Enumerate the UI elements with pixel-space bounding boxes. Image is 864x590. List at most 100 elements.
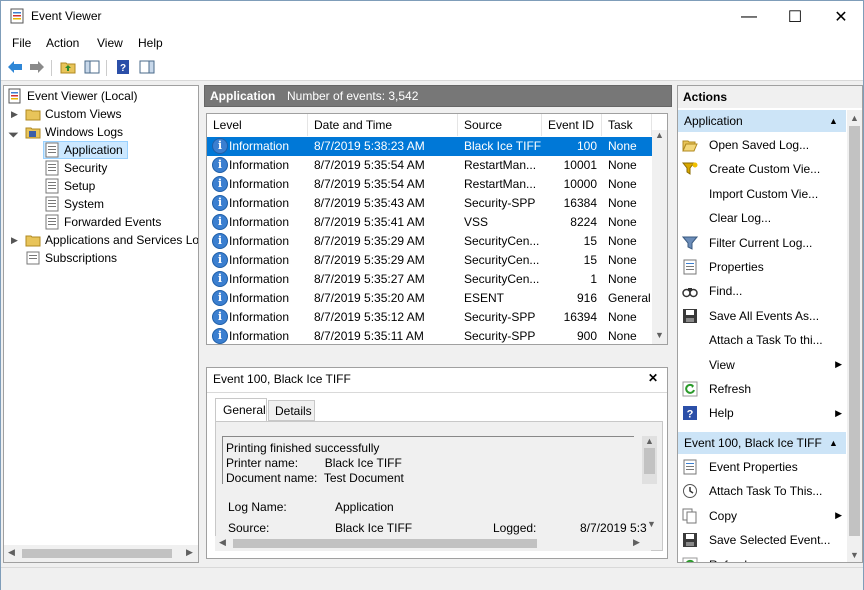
actions-section-event[interactable]: Event 100, Black Ice TIFF ▲ [678, 432, 846, 454]
table-row[interactable]: i Information 8/7/2019 5:35:54 AM RestartMa… [207, 156, 652, 175]
tree-item-forwarded-events[interactable]: Forwarded Events [44, 213, 161, 231]
menu-action[interactable]: Action [46, 36, 79, 50]
action-item[interactable]: Attach a Task To thi... [682, 329, 844, 351]
scroll-down-icon[interactable]: ▼ [655, 330, 664, 340]
action-item[interactable]: Copy ▶ [682, 505, 844, 527]
close-detail-icon[interactable]: ✕ [648, 371, 658, 385]
action-label: Copy [709, 508, 738, 523]
information-icon: i [212, 252, 228, 268]
collapse-chevron-icon[interactable]: ◢ [7, 126, 20, 139]
tree-item-apps-services[interactable]: Applications and Services Lo [25, 231, 198, 249]
menu-file[interactable]: File [12, 36, 31, 50]
tree-horizontal-scrollbar[interactable]: ◀ ▶ [4, 545, 198, 562]
action-item[interactable]: Import Custom Vie... [682, 183, 844, 205]
action-item[interactable]: ? Help ▶ [682, 402, 844, 424]
action-item[interactable]: Event Properties [682, 456, 844, 478]
tree-item-windows-logs[interactable]: Windows Logs [25, 123, 123, 141]
scrollbar-thumb[interactable] [644, 448, 655, 474]
maximize-button[interactable]: ☐ [772, 1, 818, 32]
actions-section-application[interactable]: Application ▲ [678, 110, 846, 132]
menu-view[interactable]: View [97, 36, 123, 50]
tree-item-root[interactable]: Event Viewer (Local) [7, 87, 138, 105]
table-row[interactable]: i Information 8/7/2019 5:35:41 AM VSS 8224 No… [207, 213, 652, 232]
log-icon [45, 178, 59, 194]
scroll-right-icon[interactable]: ▶ [186, 547, 193, 558]
action-item[interactable]: Save Selected Event... [682, 529, 844, 551]
column-header-date[interactable]: Date and Time [308, 114, 458, 136]
minimize-button[interactable]: — [726, 1, 772, 32]
expand-chevron-icon[interactable]: ▶ [11, 109, 18, 120]
submenu-arrow-icon: ▶ [835, 359, 842, 370]
toolbar: ? [1, 54, 863, 81]
date-cell: 8/7/2019 5:35:41 AM [314, 215, 425, 229]
information-icon: i [212, 233, 228, 249]
scroll-left-icon[interactable]: ◀ [8, 547, 15, 558]
action-item[interactable]: Refresh [682, 554, 844, 562]
tree-item-subscriptions[interactable]: Subscriptions [25, 249, 117, 267]
table-row[interactable]: i Information 8/7/2019 5:35:29 AM SecurityC… [207, 232, 652, 251]
table-row[interactable]: i Information 8/7/2019 5:35:29 AM SecurityC… [207, 251, 652, 270]
expand-chevron-icon[interactable]: ▶ [11, 235, 18, 246]
tab-details[interactable]: Details [268, 400, 315, 421]
table-row[interactable]: i Information 8/7/2019 5:35:12 AM Security-… [207, 308, 652, 327]
detail-horizontal-scrollbar[interactable]: ◀ ▶ [215, 536, 651, 551]
scroll-left-icon[interactable]: ◀ [219, 537, 226, 548]
actions-vertical-scrollbar[interactable]: ▲ ▼ [847, 110, 862, 562]
save-icon [682, 308, 698, 324]
event-id-cell: 15 [583, 234, 597, 248]
scroll-down-icon[interactable]: ▼ [850, 550, 859, 560]
action-item[interactable]: Create Custom Vie... [682, 158, 844, 180]
menu-help[interactable]: Help [138, 36, 163, 50]
show-action-pane-button[interactable] [138, 58, 156, 76]
table-row[interactable]: i Information 8/7/2019 5:35:43 AM Security-… [207, 194, 652, 213]
tree-item-setup[interactable]: Setup [44, 177, 95, 195]
tree-item-application[interactable]: Application [43, 141, 128, 159]
scroll-down-icon[interactable]: ▼ [647, 519, 656, 529]
tree-item-security[interactable]: Security [44, 159, 107, 177]
scroll-up-icon[interactable]: ▲ [655, 130, 664, 140]
collapse-section-icon[interactable]: ▲ [829, 110, 838, 132]
collapse-section-icon[interactable]: ▲ [829, 432, 838, 454]
help-toolbar-button[interactable]: ? [114, 58, 132, 76]
table-row[interactable]: i Information 8/7/2019 5:35:54 AM RestartMa… [207, 175, 652, 194]
table-row[interactable]: i Information 8/7/2019 5:35:27 AM SecurityC… [207, 270, 652, 289]
message-scrollbar[interactable]: ▲ [642, 436, 657, 484]
column-header-source[interactable]: Source [458, 114, 542, 136]
action-item[interactable]: Properties [682, 256, 844, 278]
level-cell: Information [229, 158, 290, 172]
scroll-right-icon[interactable]: ▶ [633, 537, 640, 548]
scroll-up-icon[interactable]: ▲ [645, 436, 654, 446]
event-message-box[interactable]: Printing finished successfully Printer n… [222, 436, 634, 485]
table-row[interactable]: i Information 8/7/2019 5:38:23 AM Black Ice… [207, 137, 652, 156]
blank-icon [682, 332, 698, 348]
table-vertical-scrollbar[interactable]: ▲ ▼ [652, 130, 667, 344]
close-button[interactable]: ✕ [818, 1, 864, 32]
show-hide-tree-button[interactable] [83, 58, 101, 76]
action-item[interactable]: View ▶ [682, 354, 844, 376]
action-item[interactable]: Save All Events As... [682, 305, 844, 327]
action-item[interactable]: Open Saved Log... [682, 134, 844, 156]
action-item[interactable]: Find... [682, 280, 844, 302]
table-row[interactable]: i Information 8/7/2019 5:35:20 AM ESENT 916 G… [207, 289, 652, 308]
action-item[interactable]: Attach Task To This... [682, 480, 844, 502]
task-category-cell: None [608, 196, 637, 210]
scrollbar-thumb[interactable] [849, 126, 860, 536]
tab-general[interactable]: General [215, 398, 267, 422]
date-cell: 8/7/2019 5:35:12 AM [314, 310, 425, 324]
column-header-event-id[interactable]: Event ID [542, 114, 602, 136]
scroll-up-icon[interactable]: ▲ [850, 113, 859, 123]
action-item[interactable]: Refresh [682, 378, 844, 400]
table-row[interactable]: i Information 8/7/2019 5:35:11 AM Security-… [207, 327, 652, 344]
tree-item-custom-views[interactable]: Custom Views [25, 105, 121, 123]
tree-item-system[interactable]: System [44, 195, 104, 213]
level-cell: Information [229, 177, 290, 191]
scrollbar-thumb[interactable] [22, 549, 172, 558]
back-button[interactable] [6, 58, 24, 76]
scrollbar-thumb[interactable] [233, 539, 537, 548]
forward-button[interactable] [28, 58, 46, 76]
column-header-level[interactable]: Level [207, 114, 308, 136]
column-header-task-category[interactable]: Task C... [602, 114, 652, 154]
action-item[interactable]: Filter Current Log... [682, 232, 844, 254]
action-item[interactable]: Clear Log... [682, 207, 844, 229]
up-folder-button[interactable] [59, 58, 77, 76]
